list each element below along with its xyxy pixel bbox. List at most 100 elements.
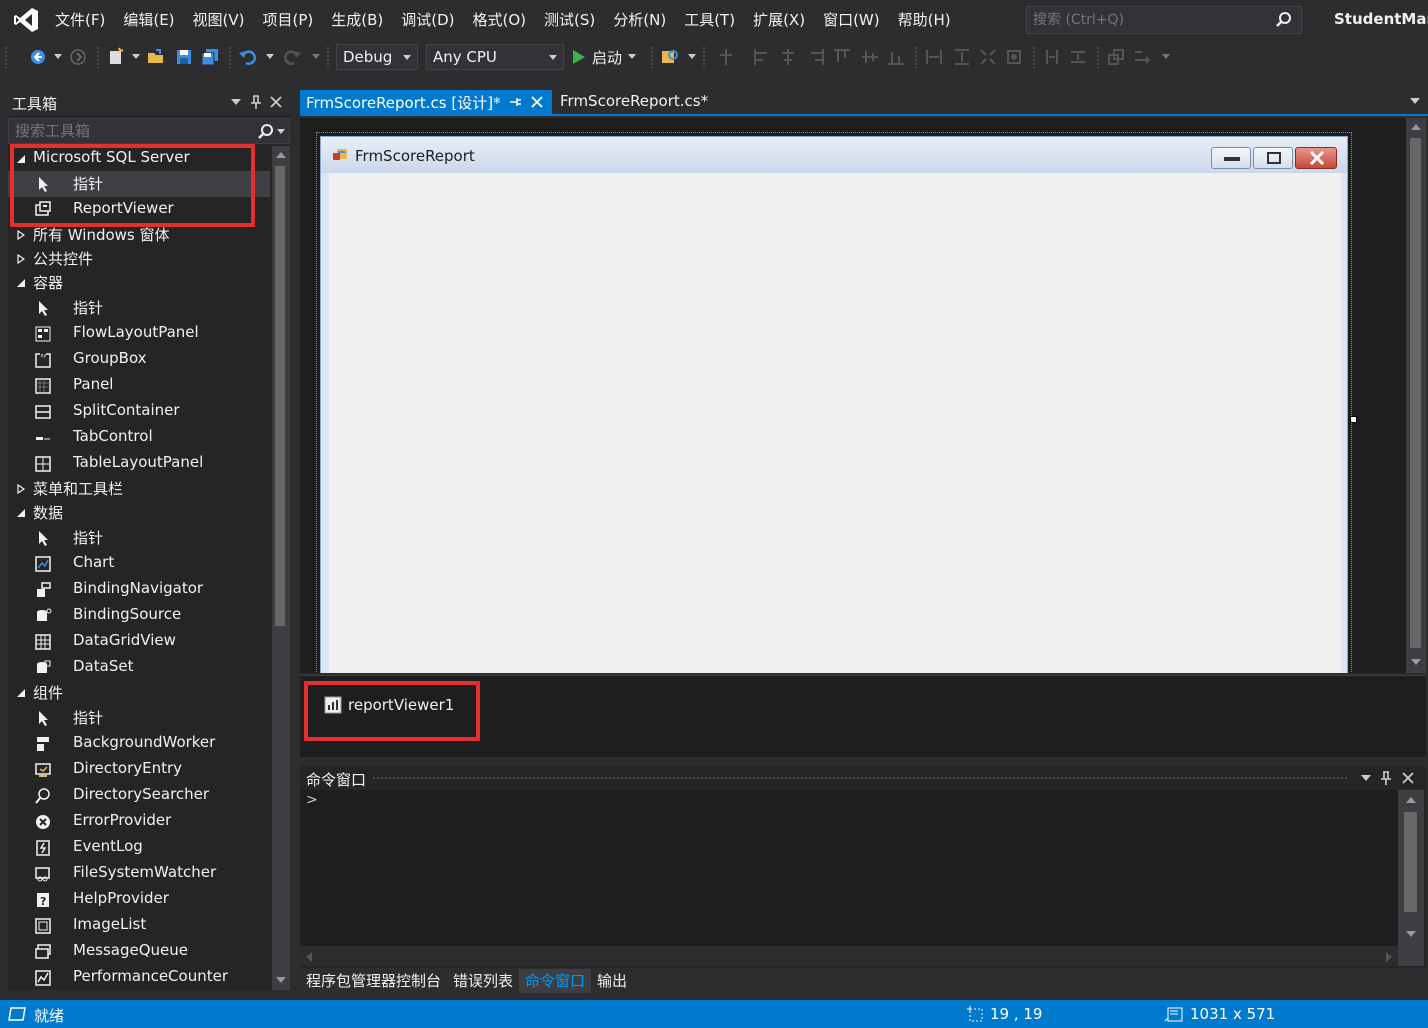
toolbox-item[interactable]: DataGridView (8, 629, 270, 655)
toolbar-grip[interactable] (228, 46, 232, 68)
chevron-down-icon[interactable] (277, 129, 285, 135)
close-icon[interactable] (530, 95, 544, 109)
search-icon[interactable] (257, 123, 275, 141)
align-to-grid-icon[interactable] (716, 47, 736, 67)
toolbox-item[interactable]: 指针 (8, 525, 270, 551)
start-debugging-button[interactable]: 启动 (572, 44, 637, 70)
form-close-button[interactable] (1295, 147, 1337, 169)
tool-window-tab[interactable]: 错误列表 (447, 969, 519, 993)
toolbox-item[interactable]: ? HelpProvider (8, 887, 270, 913)
toolbox-item[interactable]: 指针 (8, 295, 270, 321)
horizontal-spacing-icon[interactable] (1042, 47, 1062, 67)
scroll-down-icon[interactable] (1410, 658, 1422, 666)
pane-grip[interactable] (372, 776, 1347, 780)
chevron-down-icon[interactable] (54, 54, 62, 60)
toolbar-grip[interactable] (914, 46, 918, 68)
solution-platform-select[interactable]: Any CPU (426, 44, 564, 70)
toolbox-search-input[interactable] (15, 122, 245, 140)
tool-window-tab[interactable]: 命令窗口 (519, 969, 592, 993)
menu-item[interactable]: 视图(V) (184, 0, 254, 40)
tool-window-tab[interactable]: 输出 (591, 969, 633, 993)
expanded-arrow-icon[interactable] (16, 278, 26, 288)
scroll-left-icon[interactable] (306, 952, 312, 962)
expanded-arrow-icon[interactable] (16, 508, 26, 518)
size-to-grid-icon[interactable] (978, 47, 998, 67)
pin-icon[interactable] (248, 94, 264, 110)
align-lefts-icon[interactable] (752, 47, 772, 67)
tab-frmscorereport-code[interactable]: FrmScoreReport.cs* (554, 90, 724, 114)
close-icon[interactable] (1400, 770, 1416, 786)
tab-frmscorereport-designer[interactable]: FrmScoreReport.cs [设计]* (300, 90, 552, 114)
menu-item[interactable]: 分析(N) (604, 0, 675, 40)
save-button[interactable] (174, 47, 194, 67)
back-button[interactable] (28, 47, 48, 67)
form-designer-surface[interactable]: FrmScoreReport (300, 118, 1406, 673)
designed-form[interactable]: FrmScoreReport (320, 136, 1348, 673)
expanded-arrow-icon[interactable] (16, 688, 26, 698)
toolbox-item[interactable]: BindingNavigator (8, 577, 270, 603)
toolbox-group[interactable]: 公共控件 (8, 246, 270, 272)
quick-launch[interactable] (1026, 6, 1302, 34)
make-same-height-icon[interactable] (952, 47, 972, 67)
menu-item[interactable]: 生成(B) (322, 0, 392, 40)
toolbox-item[interactable]: MessageQueue (8, 939, 270, 965)
chevron-down-icon[interactable] (1162, 54, 1170, 60)
menu-item[interactable]: 扩展(X) (744, 0, 814, 40)
vertical-spacing-icon[interactable] (1068, 47, 1088, 67)
scroll-up-icon[interactable] (275, 151, 287, 159)
window-position-dropdown-icon[interactable] (228, 94, 244, 110)
menu-item[interactable]: 测试(S) (535, 0, 604, 40)
toolbox-item[interactable]: TableLayoutPanel (8, 451, 270, 477)
toolbar-grip[interactable] (1032, 46, 1036, 68)
toolbar-grip[interactable] (4, 46, 8, 68)
align-middles-icon[interactable] (860, 47, 880, 67)
align-rights-icon[interactable] (806, 47, 826, 67)
tab-overflow-dropdown-icon[interactable] (1410, 98, 1420, 104)
scroll-down-icon[interactable] (275, 976, 287, 984)
toolbox-item[interactable]: FlowLayoutPanel (8, 321, 270, 347)
toolbox-item[interactable]: BindingSource (8, 603, 270, 629)
quick-launch-input[interactable] (1033, 11, 1263, 29)
close-icon[interactable] (268, 94, 284, 110)
toolbox-group[interactable]: 数据 (8, 500, 270, 526)
tab-order-icon[interactable] (1132, 47, 1152, 67)
collapsed-arrow-icon[interactable] (16, 484, 26, 494)
toolbox-item[interactable]: ErrorProvider (8, 809, 270, 835)
form-resize-handle[interactable] (1350, 416, 1357, 423)
toolbox-item[interactable]: FileSystemWatcher (8, 861, 270, 887)
form-client-area[interactable] (329, 173, 1341, 673)
open-file-button[interactable] (146, 47, 166, 67)
menu-item[interactable]: 工具(T) (675, 0, 744, 40)
menu-item[interactable]: 格式(O) (464, 0, 536, 40)
toolbox-item[interactable]: 指针 (8, 705, 270, 731)
command-window-hscrollbar[interactable] (300, 946, 1398, 966)
menu-item[interactable]: 项目(P) (254, 0, 323, 40)
align-centers-icon[interactable] (778, 47, 798, 67)
command-window-scroll-thumb[interactable] (1404, 812, 1417, 912)
pin-icon[interactable] (508, 95, 522, 109)
solution-configuration-select[interactable]: Debug (336, 44, 418, 70)
redo-button[interactable] (282, 47, 302, 67)
toolbox-item[interactable]: BackgroundWorker (8, 731, 270, 757)
toolbox-group[interactable]: 容器 (8, 270, 270, 296)
command-window-input-area[interactable]: > (300, 790, 1398, 946)
make-same-width-icon[interactable] (924, 47, 944, 67)
designer-scrollbar[interactable] (1406, 118, 1426, 673)
toolbox-scroll-thumb[interactable] (275, 166, 285, 626)
bring-to-front-icon[interactable] (1106, 47, 1126, 67)
scroll-down-icon[interactable] (1405, 930, 1417, 938)
menu-item[interactable]: 文件(F) (46, 0, 114, 40)
toolbox-search[interactable] (8, 118, 290, 144)
menu-item[interactable]: 帮助(H) (889, 0, 960, 40)
undo-button[interactable] (238, 47, 258, 67)
window-position-dropdown-icon[interactable] (1358, 770, 1374, 786)
scroll-up-icon[interactable] (1410, 123, 1422, 131)
menu-item[interactable]: 窗口(W) (814, 0, 889, 40)
toolbox-group[interactable]: 菜单和工具栏 (8, 476, 270, 502)
form-titlebar[interactable]: FrmScoreReport (321, 137, 1347, 173)
toolbar-grip[interactable] (1096, 46, 1100, 68)
save-all-button[interactable] (200, 47, 220, 67)
find-in-files-button[interactable] (660, 47, 680, 67)
forward-button[interactable] (68, 47, 88, 67)
toolbox-item[interactable]: DirectoryEntry (8, 757, 270, 783)
